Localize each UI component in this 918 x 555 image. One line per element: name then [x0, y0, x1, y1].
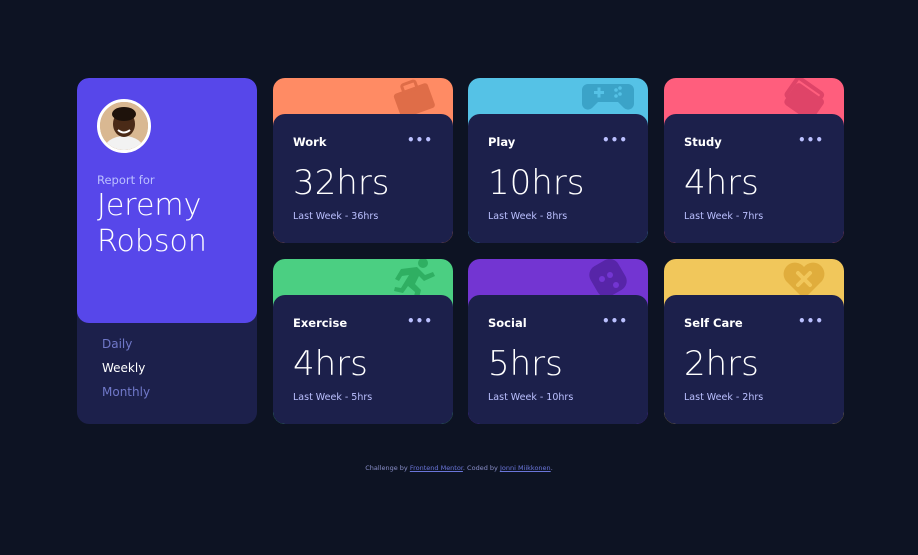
previous-hours: Last Week - 8hrs: [488, 211, 568, 222]
current-hours: 4hrs: [293, 344, 368, 384]
ellipsis-icon[interactable]: •••: [602, 133, 628, 147]
card-study-body: Study ••• 4hrs Last Week - 7hrs: [664, 114, 844, 243]
period-daily[interactable]: Daily: [102, 335, 150, 359]
ellipsis-icon[interactable]: •••: [602, 314, 628, 328]
previous-hours: Last Week - 36hrs: [293, 211, 379, 222]
period-monthly[interactable]: Monthly: [102, 383, 150, 407]
footer-prefix: Challenge by: [365, 464, 410, 472]
avatar-image: [100, 102, 148, 150]
card-title: Self Care: [684, 316, 743, 330]
footer-suffix: .: [550, 464, 553, 472]
card-title: Play: [488, 135, 516, 149]
previous-hours: Last Week - 10hrs: [488, 392, 574, 403]
previous-hours: Last Week - 5hrs: [293, 392, 373, 403]
card-social-body: Social ••• 5hrs Last Week - 10hrs: [468, 295, 648, 424]
current-hours: 32hrs: [293, 163, 390, 203]
card-self-care: Self Care ••• 2hrs Last Week - 2hrs: [664, 259, 844, 424]
period-selector: Daily Weekly Monthly: [102, 335, 150, 407]
card-social: Social ••• 5hrs Last Week - 10hrs: [468, 259, 648, 424]
card-exercise: Exercise ••• 4hrs Last Week - 5hrs: [273, 259, 453, 424]
author-link[interactable]: Jonni Miikkonen: [500, 464, 551, 472]
card-play: Play ••• 10hrs Last Week - 8hrs: [468, 78, 648, 243]
card-study: Study ••• 4hrs Last Week - 7hrs: [664, 78, 844, 243]
report-for-label: Report for: [97, 173, 155, 187]
footer-middle: . Coded by: [462, 464, 500, 472]
frontend-mentor-link[interactable]: Frontend Mentor: [410, 464, 463, 472]
card-exercise-body: Exercise ••• 4hrs Last Week - 5hrs: [273, 295, 453, 424]
ellipsis-icon[interactable]: •••: [798, 133, 824, 147]
profile-card: Report for Jeremy Robson Daily Weekly Mo…: [77, 78, 257, 424]
ellipsis-icon[interactable]: •••: [798, 314, 824, 328]
card-title: Social: [488, 316, 527, 330]
period-weekly[interactable]: Weekly: [102, 359, 150, 383]
time-tracking-dashboard: Report for Jeremy Robson Daily Weekly Mo…: [77, 78, 844, 424]
ellipsis-icon[interactable]: •••: [407, 314, 433, 328]
card-title: Exercise: [293, 316, 348, 330]
card-work: Work ••• 32hrs Last Week - 36hrs: [273, 78, 453, 243]
card-title: Study: [684, 135, 722, 149]
ellipsis-icon[interactable]: •••: [407, 133, 433, 147]
card-title: Work: [293, 135, 327, 149]
previous-hours: Last Week - 7hrs: [684, 211, 764, 222]
previous-hours: Last Week - 2hrs: [684, 392, 764, 403]
card-self-care-body: Self Care ••• 2hrs Last Week - 2hrs: [664, 295, 844, 424]
current-hours: 4hrs: [684, 163, 759, 203]
card-work-body: Work ••• 32hrs Last Week - 36hrs: [273, 114, 453, 243]
current-hours: 10hrs: [488, 163, 585, 203]
current-hours: 2hrs: [684, 344, 759, 384]
card-play-body: Play ••• 10hrs Last Week - 8hrs: [468, 114, 648, 243]
avatar: [97, 99, 151, 153]
current-hours: 5hrs: [488, 344, 563, 384]
user-name: Jeremy Robson: [97, 188, 207, 259]
attribution-footer: Challenge by Frontend Mentor. Coded by J…: [0, 464, 918, 472]
profile-header: Report for Jeremy Robson: [77, 78, 257, 323]
